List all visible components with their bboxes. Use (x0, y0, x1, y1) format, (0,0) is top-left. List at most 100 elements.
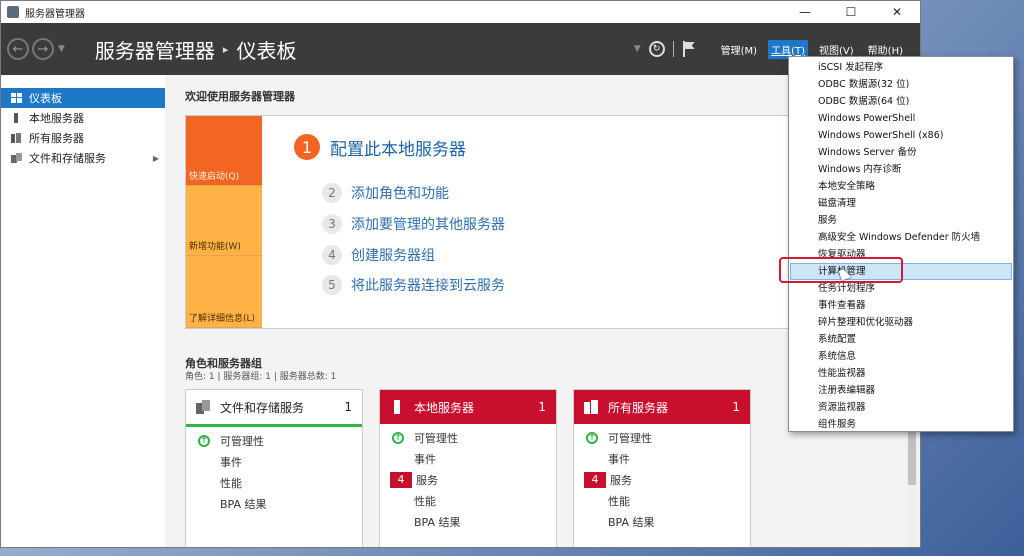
tools-menu-item[interactable]: 性能监视器 (789, 365, 1013, 382)
row-manageability[interactable]: ↑ 可管理性 (380, 427, 556, 448)
row-services[interactable]: 4 服务 (380, 469, 556, 490)
tab-whats-new[interactable]: 新增功能(W) (186, 186, 262, 256)
step-number: 1 (294, 134, 320, 160)
tools-menu-item[interactable]: 本地安全策略 (789, 178, 1013, 195)
row-manageability[interactable]: ↑ 可管理性 (186, 430, 362, 451)
refresh-dropdown-icon[interactable]: ▼ (634, 44, 641, 54)
row-events[interactable]: 事件 (186, 451, 362, 472)
tools-menu-item[interactable]: 组件服务 (789, 416, 1013, 433)
step-number: 2 (322, 183, 342, 203)
file-storage-icon (196, 400, 210, 414)
step-connect-cloud[interactable]: 5 将此服务器连接到云服务 (322, 275, 505, 295)
card-title: 文件和存储服务 (220, 400, 305, 415)
step-link[interactable]: 创建服务器组 (351, 245, 435, 265)
step-link[interactable]: 配置此本地服务器 (330, 135, 466, 160)
row-performance[interactable]: 性能 (186, 472, 362, 493)
sidebar-item-file-storage[interactable]: 文件和存储服务 ▶ (1, 148, 165, 168)
card-count: 1 (732, 400, 740, 414)
forward-arrow-icon[interactable]: → (32, 38, 54, 60)
tools-menu-item[interactable]: ODBC 数据源(32 位) (789, 76, 1013, 93)
status-ok-icon: ↑ (586, 431, 598, 444)
row-performance[interactable]: 性能 (574, 490, 750, 511)
step-link[interactable]: 将此服务器连接到云服务 (351, 275, 505, 295)
card-header[interactable]: 文件和存储服务 1 (186, 390, 362, 427)
row-label: BPA 结果 (608, 515, 655, 529)
tools-menu-item[interactable]: ODBC 数据源(64 位) (789, 93, 1013, 110)
row-label: 性能 (608, 494, 630, 508)
row-bpa[interactable]: BPA 结果 (380, 511, 556, 532)
tools-menu-item[interactable]: Windows 内存诊断 (789, 161, 1013, 178)
tools-menu-item[interactable]: Windows PowerShell (789, 110, 1013, 127)
notifications-flag-icon[interactable] (682, 41, 696, 57)
sidebar-item-label: 文件和存储服务 (29, 152, 106, 165)
file-storage-icon (11, 153, 22, 163)
close-button[interactable]: ✕ (874, 1, 920, 23)
tools-menu-item[interactable]: 注册表编辑器 (789, 382, 1013, 399)
step-number: 5 (322, 275, 342, 295)
step-link[interactable]: 添加要管理的其他服务器 (351, 214, 505, 234)
row-manageability[interactable]: ↑ 可管理性 (574, 427, 750, 448)
sidebar: 仪表板 本地服务器 所有服务器 文件和存储服务 ▶ (1, 75, 166, 547)
window-title: 服务器管理器 (25, 8, 85, 20)
row-performance[interactable]: 性能 (380, 490, 556, 511)
row-label: 服务 (610, 473, 632, 487)
card-header[interactable]: 本地服务器 1 (380, 390, 556, 424)
server-icon (14, 113, 18, 123)
tools-menu-item[interactable]: Windows Server 备份 (789, 144, 1013, 161)
tools-menu-item[interactable]: Windows PowerShell (x86) (789, 127, 1013, 144)
tools-menu-item[interactable]: 碎片整理和优化驱动器 (789, 314, 1013, 331)
tab-label: 了解详细信息(L) (189, 314, 256, 324)
tools-dropdown-menu: iSCSI 发起程序 ODBC 数据源(32 位) ODBC 数据源(64 位)… (788, 56, 1014, 432)
maximize-button[interactable]: ☐ (828, 1, 874, 23)
breadcrumb: 服务器管理器 ▸ 仪表板 (95, 35, 297, 64)
step-create-server-group[interactable]: 4 创建服务器组 (322, 245, 435, 265)
history-dropdown-icon[interactable]: ▼ (58, 44, 65, 54)
step-add-servers[interactable]: 3 添加要管理的其他服务器 (322, 214, 505, 234)
sidebar-item-local-server[interactable]: 本地服务器 (1, 108, 165, 128)
row-services[interactable]: 4 服务 (574, 469, 750, 490)
servers-icon (11, 133, 21, 143)
tools-menu-item[interactable]: iSCSI 发起程序 (789, 59, 1013, 76)
row-bpa[interactable]: BPA 结果 (574, 511, 750, 532)
row-events[interactable]: 事件 (574, 448, 750, 469)
sidebar-item-label: 本地服务器 (29, 112, 84, 125)
breadcrumb-separator-icon: ▸ (222, 42, 229, 56)
step-link[interactable]: 添加角色和功能 (351, 183, 449, 203)
tab-quick-start[interactable]: 快速启动(Q) (186, 116, 262, 186)
refresh-icon[interactable]: ↻ (648, 41, 665, 57)
breadcrumb-page: 仪表板 (236, 38, 297, 63)
tools-menu-item[interactable]: 磁盘清理 (789, 195, 1013, 212)
step-number: 3 (322, 214, 342, 234)
card-header[interactable]: 所有服务器 1 (574, 390, 750, 424)
sidebar-item-all-servers[interactable]: 所有服务器 (1, 128, 165, 148)
row-label: 可管理性 (220, 434, 264, 448)
back-arrow-icon[interactable]: ← (7, 38, 29, 60)
menu-manage[interactable]: 管理(M) (718, 40, 760, 59)
title-bar[interactable]: 服务器管理器 — ☐ ✕ (1, 1, 920, 23)
step-add-roles[interactable]: 2 添加角色和功能 (322, 183, 449, 203)
row-events[interactable]: 事件 (380, 448, 556, 469)
row-label: 服务 (416, 473, 438, 487)
tools-menu-item[interactable]: 事件查看器 (789, 297, 1013, 314)
dashboard-grid-icon (11, 93, 22, 103)
card-title: 本地服务器 (414, 400, 475, 415)
header-bar: ← → ▼ 服务器管理器 ▸ 仪表板 ▼ ↻ 管理(M) 工具(T) 视图(V)… (1, 23, 920, 75)
tools-menu-item[interactable]: 系统信息 (789, 348, 1013, 365)
row-label: 可管理性 (414, 431, 458, 445)
tools-menu-item[interactable]: 高级安全 Windows Defender 防火墙 (789, 229, 1013, 246)
step-configure-local-server[interactable]: 1 配置此本地服务器 (294, 134, 466, 160)
servers-icon (584, 400, 598, 414)
tab-learn-more[interactable]: 了解详细信息(L) (186, 256, 262, 328)
sidebar-item-dashboard[interactable]: 仪表板 (1, 88, 165, 108)
row-bpa[interactable]: BPA 结果 (186, 493, 362, 514)
sidebar-item-label: 仪表板 (29, 92, 62, 105)
minimize-button[interactable]: — (782, 1, 828, 23)
card-count: 1 (538, 400, 546, 414)
row-label: 事件 (414, 452, 436, 466)
tools-menu-item[interactable]: 系统配置 (789, 331, 1013, 348)
expand-arrow-icon[interactable]: ▶ (153, 154, 159, 163)
header-divider (672, 41, 674, 57)
tools-menu-item[interactable]: 资源监视器 (789, 399, 1013, 416)
tools-menu-item[interactable]: 服务 (789, 212, 1013, 229)
row-label: 性能 (220, 476, 242, 490)
